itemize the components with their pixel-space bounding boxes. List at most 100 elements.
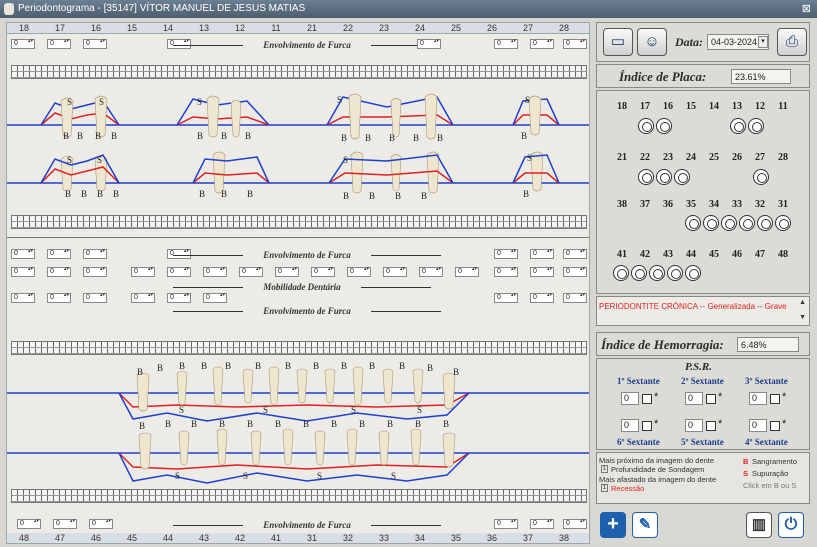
furca-spinner[interactable]: 0 [11,249,35,259]
furca-spinner[interactable]: 0 [17,519,41,529]
mobility-spinner[interactable]: 0 [419,267,443,277]
bleeding-marker[interactable]: B [359,419,365,429]
tooth-surface[interactable] [656,169,672,185]
suppuration-marker[interactable]: S [525,95,530,105]
suppuration-marker[interactable]: S [179,405,184,415]
furca-spinner[interactable]: 0 [563,39,587,49]
suppuration-marker[interactable]: S [67,155,72,165]
bleeding-marker[interactable]: B [443,419,449,429]
bleeding-marker[interactable]: B [179,361,185,371]
furca-spinner[interactable]: 0 [494,39,518,49]
bleeding-marker[interactable]: B [341,133,347,143]
furca-spinner[interactable]: 0 [563,249,587,259]
power-icon[interactable]: ⏻ [778,512,804,538]
mobility-spinner[interactable]: 0 [239,267,263,277]
furca-spinner[interactable]: 0 [167,249,191,259]
furca-spinner[interactable]: 0 [530,39,554,49]
bleeding-marker[interactable]: B [521,131,527,141]
bleeding-marker[interactable]: B [245,131,251,141]
bleeding-marker[interactable]: B [221,189,227,199]
psr-input[interactable]: 0 [749,419,767,432]
mobility-spinner[interactable]: 0 [563,267,587,277]
upper-buccal-probing-grid[interactable] [11,65,587,79]
bleeding-marker[interactable]: B [421,191,427,201]
bleeding-marker[interactable]: B [65,189,71,199]
bleeding-marker[interactable]: B [399,361,405,371]
bleeding-marker[interactable]: B [343,191,349,201]
bleeding-marker[interactable]: B [81,189,87,199]
bleeding-marker[interactable]: B [201,361,207,371]
suppuration-marker[interactable]: S [391,471,396,481]
bleeding-marker[interactable]: B [247,189,253,199]
mobility-spinner[interactable]: 0 [83,267,107,277]
psr-checkbox[interactable] [642,394,652,404]
lower-bleed-markers[interactable]: B B B B B B B B B B B B B S S S S B B B … [7,359,589,489]
bleeding-marker[interactable]: B [437,133,443,143]
mobility-spinner[interactable]: 0 [47,267,71,277]
furca-spinner[interactable]: 0 [530,249,554,259]
furca-spinner[interactable]: 0 [89,519,113,529]
mobility-spinner[interactable]: 0 [131,267,155,277]
psr-checkbox[interactable] [770,421,780,431]
psr-checkbox[interactable] [706,421,716,431]
mobility-spinner[interactable]: 0 [11,267,35,277]
suppuration-marker[interactable]: S [337,95,342,105]
furca-spinner[interactable]: 0 [167,39,191,49]
suppuration-marker[interactable]: S [99,97,104,107]
psr-input[interactable]: 0 [685,419,703,432]
tooth-surface[interactable] [757,215,773,231]
suppuration-marker[interactable]: S [343,155,348,165]
bleeding-marker[interactable]: B [225,361,231,371]
bleeding-marker[interactable]: B [113,189,119,199]
mobility-spinner[interactable]: 0 [563,293,587,303]
tooth-surface[interactable] [667,265,683,281]
bleeding-marker[interactable]: B [139,421,145,431]
bleeding-marker[interactable]: B [219,419,225,429]
mobility-spinner[interactable]: 0 [167,293,191,303]
bleeding-marker[interactable]: B [341,361,347,371]
bleeding-marker[interactable]: B [63,131,69,141]
plaque-diagram[interactable]: 18 17 16 15 14 13 12 11 21 22 23 24 25 2… [596,90,810,294]
tooth-surface[interactable] [730,118,746,134]
chevron-down-icon[interactable]: ▾ [758,36,768,48]
bleeding-marker[interactable]: B [95,131,101,141]
bleeding-marker[interactable]: B [137,367,143,377]
mobility-spinner[interactable]: 0 [347,267,371,277]
upper-bleed-markers[interactable]: S S S S S B B B B B B B B B B B B B S S … [7,89,589,209]
scroll-up-icon[interactable]: ▲ [799,299,806,306]
bleeding-marker[interactable]: B [389,133,395,143]
diagnosis-box[interactable]: PERIODONTITE CRÓNICA -- Generalizada -- … [596,296,810,326]
bleeding-marker[interactable]: B [331,419,337,429]
mobility-spinner[interactable]: 0 [494,267,518,277]
tooth-surface[interactable] [748,118,764,134]
bleeding-marker[interactable]: B [97,189,103,199]
tooth-surface[interactable] [775,215,791,231]
mobility-spinner[interactable]: 0 [275,267,299,277]
mobility-spinner[interactable]: 0 [311,267,335,277]
mobility-spinner[interactable]: 0 [83,293,107,303]
suppuration-marker[interactable]: S [175,471,180,481]
tooth-surface[interactable] [721,215,737,231]
mobility-spinner[interactable]: 0 [530,267,554,277]
tooth-surface[interactable] [638,169,654,185]
suppuration-marker[interactable]: S [263,405,268,415]
bleeding-marker[interactable]: B [313,361,319,371]
tooth-surface[interactable] [631,265,647,281]
bleeding-marker[interactable]: B [199,189,205,199]
furca-spinner[interactable]: 0 [494,249,518,259]
bleeding-marker[interactable]: B [415,419,421,429]
edit-icon[interactable]: ✎ [632,512,658,538]
bleeding-marker[interactable]: B [197,131,203,141]
patient-card-icon[interactable]: ☺ [637,28,667,56]
furca-spinner[interactable]: 0 [563,519,587,529]
mobility-spinner[interactable]: 0 [131,293,155,303]
mobility-spinner[interactable]: 0 [383,267,407,277]
furca-spinner[interactable]: 0 [11,39,35,49]
lower-lingual-probing-grid[interactable] [11,341,587,355]
upper-palatal-probing-grid[interactable] [11,215,587,229]
furca-spinner[interactable]: 0 [417,39,441,49]
furca-spinner[interactable]: 0 [530,519,554,529]
bleeding-marker[interactable]: B [395,191,401,201]
mobility-spinner[interactable]: 0 [455,267,479,277]
furca-spinner[interactable]: 0 [83,249,107,259]
